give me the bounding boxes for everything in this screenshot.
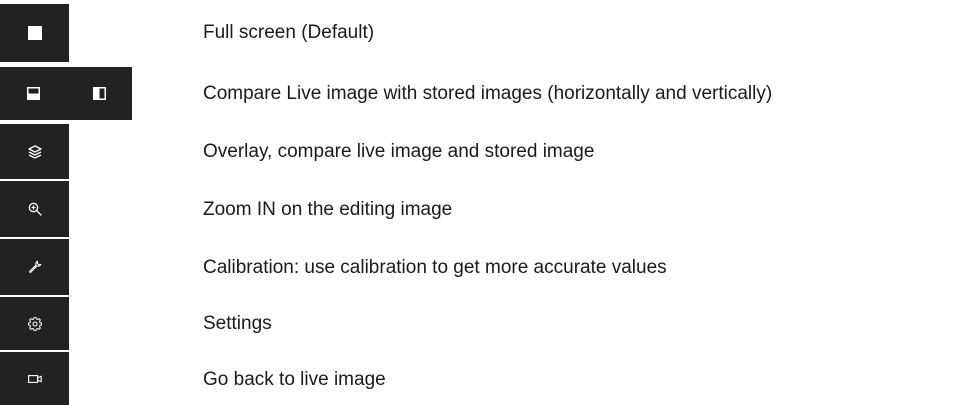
zoom-in-description: Zoom IN on the editing image: [203, 199, 453, 220]
full-screen-description: Full screen (Default): [203, 22, 375, 43]
live-image-button[interactable]: [0, 352, 69, 405]
split-vertical-icon: [92, 87, 106, 100]
full-screen-button[interactable]: [0, 4, 69, 62]
split-horizontal-button[interactable]: [0, 67, 66, 120]
settings-button[interactable]: [0, 297, 69, 350]
layers-icon: [27, 144, 42, 159]
calibration-button[interactable]: [0, 239, 69, 295]
live-image-description: Go back to live image: [203, 369, 386, 390]
compare-description: Compare Live image with stored images (h…: [203, 83, 773, 104]
gear-icon: [27, 316, 42, 331]
video-camera-icon: [27, 374, 42, 384]
overlay-button[interactable]: [0, 124, 69, 179]
split-horizontal-icon: [26, 87, 40, 100]
overlay-description: Overlay, compare live image and stored i…: [203, 141, 595, 162]
wrench-icon: [28, 260, 42, 274]
settings-description: Settings: [203, 313, 272, 334]
zoom-in-icon: [28, 202, 42, 216]
split-vertical-button[interactable]: [66, 67, 132, 120]
full-screen-icon: [27, 26, 42, 40]
calibration-description: Calibration: use calibration to get more…: [203, 257, 667, 278]
zoom-in-button[interactable]: [0, 181, 69, 237]
compare-views-bar: [0, 67, 132, 120]
